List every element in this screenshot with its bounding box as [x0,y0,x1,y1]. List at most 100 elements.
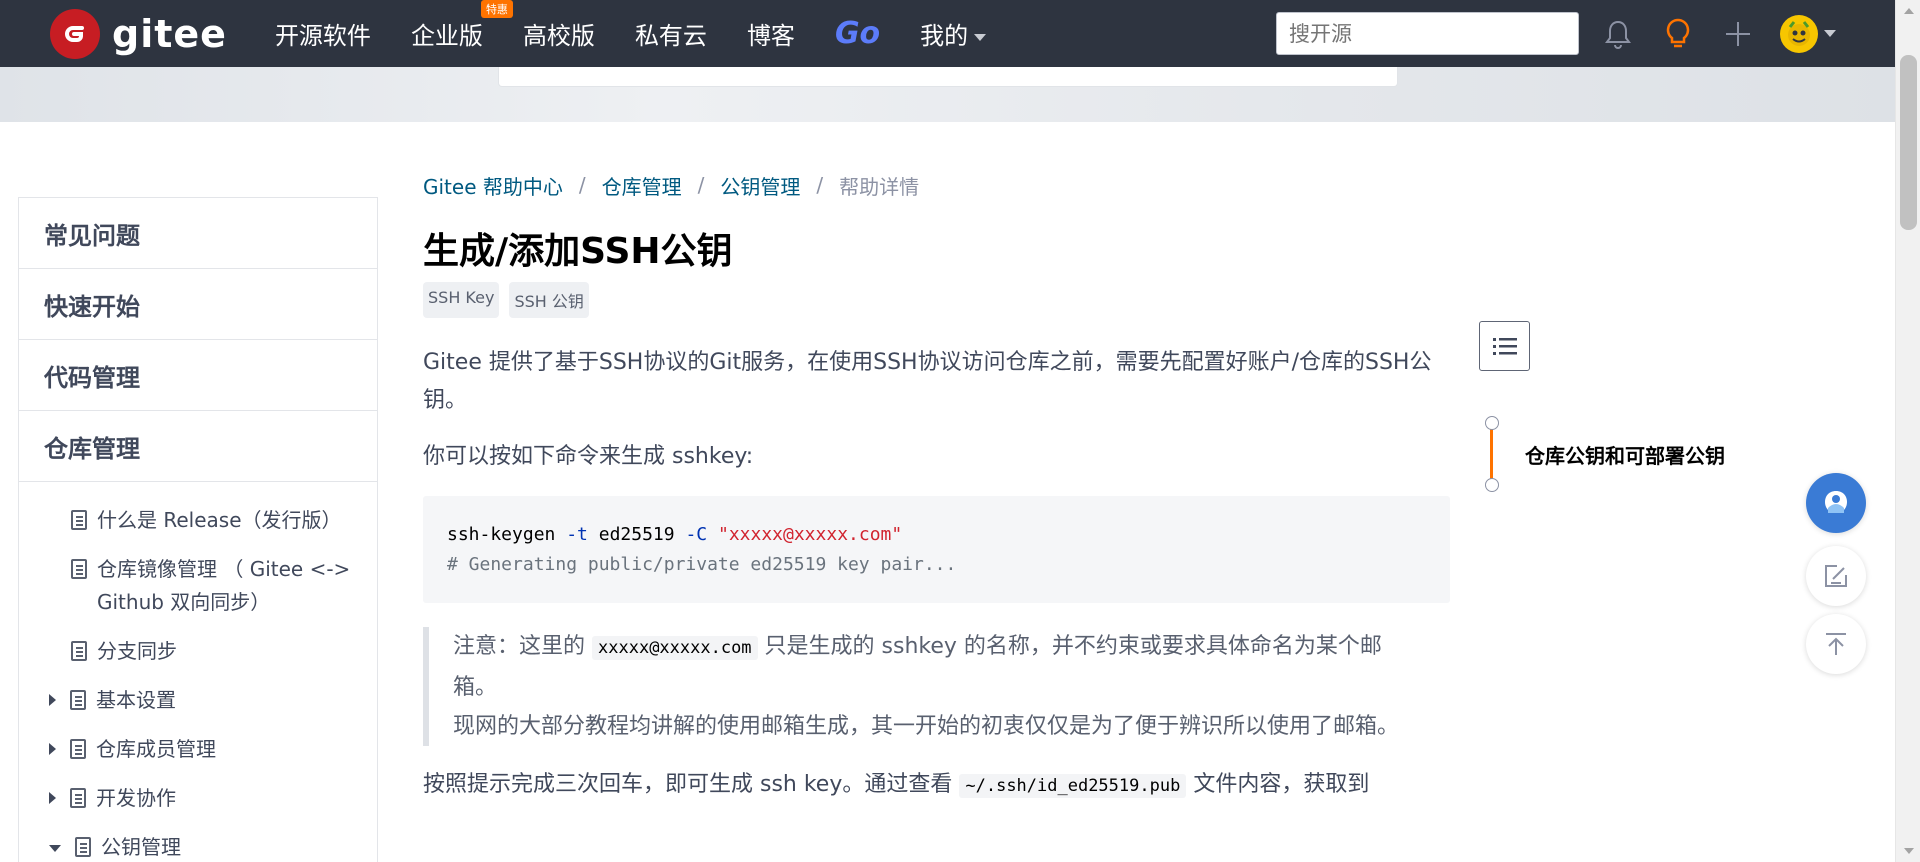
chat-button[interactable] [1806,473,1866,533]
sidebar-item-mirror[interactable]: 仓库镜像管理 （ Gitee <-> Github 双向同步） [19,553,359,619]
document-icon [71,510,87,530]
hero-search-box [498,67,1398,87]
chat-icon [1825,491,1847,513]
user-menu[interactable] [1780,14,1836,53]
document-icon [71,641,87,661]
breadcrumb-link-public-keys[interactable]: 公钥管理 [720,171,800,200]
inline-code: ~/.ssh/id_ed25519.pub [959,774,1187,798]
toc-dot [1485,478,1499,492]
breadcrumb-link-repo[interactable]: 仓库管理 [602,171,682,200]
code-token: ssh-keygen [447,524,556,545]
sidebar-group-code[interactable]: 代码管理 [19,340,377,411]
document-icon [71,559,87,579]
toc-progress-line [1490,424,1493,483]
nav-label: 企业版 [410,22,483,50]
inline-code: xxxxx@xxxxx.com [592,636,758,660]
sidebar-item-branch-sync[interactable]: 分支同步 [19,635,377,668]
nav-label: 高校版 [522,22,595,50]
book-icon [70,690,86,710]
sidebar-subitems: 什么是 Release（发行版） 仓库镜像管理 （ Gitee <-> Gith… [19,482,377,862]
chevron-down-icon [49,845,61,852]
chevron-down-icon [974,33,987,41]
toc-list-icon [1492,338,1517,355]
chevron-down-icon [1824,30,1836,37]
back-to-top-icon [1826,633,1846,655]
sidebar-item-label: 分支同步 [97,639,177,663]
chevron-right-icon [49,792,56,804]
sidebar-item-label: 公钥管理 [101,835,181,859]
sidebar-item-label: 开发协作 [96,786,176,810]
nav-label: Go [834,16,881,51]
bell-icon[interactable] [1600,16,1636,52]
nav-label: 我的 [920,22,969,50]
top-navigation: gitee 开源软件 企业版 特惠 高校版 私有云 博客 Go 我的 [0,0,1895,67]
logo-text: gitee [112,11,227,56]
sidebar-group-label: 仓库管理 [44,434,140,463]
instruction-paragraph: 按照提示完成三次回车，即可生成 ssh key。通过查看 ~/.ssh/id_e… [423,766,1453,805]
nav-open-source[interactable]: 开源软件 [275,16,371,51]
search-input[interactable] [1276,12,1579,55]
bulb-icon[interactable] [1660,16,1696,52]
book-icon [70,739,86,759]
back-to-top-button[interactable] [1806,614,1866,674]
paragraph-text: 按照提示完成三次回车，即可生成 ssh key。通过查看 [423,772,953,797]
nav-education[interactable]: 高校版 [523,16,595,51]
tag-ssh-public-key[interactable]: SSH 公钥 [509,282,589,318]
nav-mine[interactable]: 我的 [920,16,987,51]
code-token: "xxxxx@xxxxx.com" [717,524,903,545]
nav-label: 开源软件 [274,22,371,50]
intro-paragraph: Gitee 提供了基于SSH协议的Git服务，在使用SSH协议访问仓库之前，需要… [423,350,1432,413]
nav-private-cloud[interactable]: 私有云 [635,16,707,51]
edit-icon [1825,565,1847,587]
code-line-command: ssh-keygen -t ed25519 -C "xxxxx@xxxxx.co… [447,520,1426,550]
sidebar-item-label: 仓库镜像管理 （ Gitee <-> Github 双向同步） [97,557,351,614]
breadcrumb-separator: / [697,173,705,197]
nav-enterprise[interactable]: 企业版 特惠 [410,0,513,51]
sidebar-item-collaboration[interactable]: 开发协作 [19,782,377,815]
note-text: 注意：这里的 [453,634,586,659]
toc-item-keys[interactable]: 仓库公钥和可部署公钥 [1525,440,1725,469]
sidebar-group-label: 常见问题 [44,221,140,250]
page-scrollbar[interactable] [1895,0,1920,862]
sidebar-item-members[interactable]: 仓库成员管理 [19,733,377,766]
hero-banner [0,67,1895,122]
sidebar-item-label: 什么是 Release（发行版） [97,508,342,532]
avatar-icon [1780,14,1818,53]
chevron-right-icon [49,743,56,755]
logo-icon [50,8,100,59]
sidebar-group-label: 快速开始 [44,292,140,321]
sidebar-item-basic-settings[interactable]: 基本设置 [19,684,377,717]
command-intro-paragraph: 你可以按如下命令来生成 sshkey: [423,444,754,469]
sidebar-group-quickstart[interactable]: 快速开始 [19,269,377,340]
note-line-2: 现网的大部分教程均讲解的使用邮箱生成，其一开始的初衷仅仅是为了便于辨识所以使用了… [453,714,1400,739]
breadcrumb-current: 帮助详情 [839,174,920,199]
nav-actions [1600,0,1836,67]
scroll-down-arrow-icon[interactable] [1904,848,1914,854]
breadcrumb-separator: / [578,173,586,197]
breadcrumb-separator: / [816,173,824,197]
tag-ssh-key[interactable]: SSH Key [423,282,500,318]
note-blockquote: 注意：这里的 xxxxx@xxxxx.com 只是生成的 sshkey 的名称，… [423,627,1423,746]
sidebar-group-faq[interactable]: 常见问题 [19,198,377,269]
feedback-button[interactable] [1806,546,1866,606]
note-line-1: 注意：这里的 xxxxx@xxxxx.com 只是生成的 sshkey 的名称，… [453,627,1423,707]
page-title: 生成/添加SSH公钥 [423,231,733,272]
sidebar-item-public-keys[interactable]: 公钥管理 [19,831,377,862]
code-token: ed25519 [598,524,675,545]
plus-icon[interactable] [1720,16,1756,52]
code-line-comment: # Generating public/private ed25519 key … [447,554,957,575]
sidebar-item-release[interactable]: 什么是 Release（发行版） [19,504,377,537]
nav-go[interactable]: Go [835,16,880,51]
nav-label: 博客 [746,22,795,50]
tag-list: SSH Key SSH 公钥 [423,282,1453,318]
sidebar-item-label: 仓库成员管理 [96,737,216,761]
scroll-thumb[interactable] [1900,55,1917,230]
scroll-up-arrow-icon[interactable] [1904,8,1914,14]
nav-blog[interactable]: 博客 [747,16,795,51]
gitee-logo[interactable]: gitee [50,8,227,59]
toc-dot [1485,416,1499,430]
toc-toggle-button[interactable] [1479,321,1530,371]
sidebar-group-repo[interactable]: 仓库管理 [19,411,377,482]
article-main: Gitee 帮助中心 / 仓库管理 / 公钥管理 / 帮助详情 生成/添加SSH… [423,170,1453,805]
breadcrumb-link-help-center[interactable]: Gitee 帮助中心 [423,171,563,200]
